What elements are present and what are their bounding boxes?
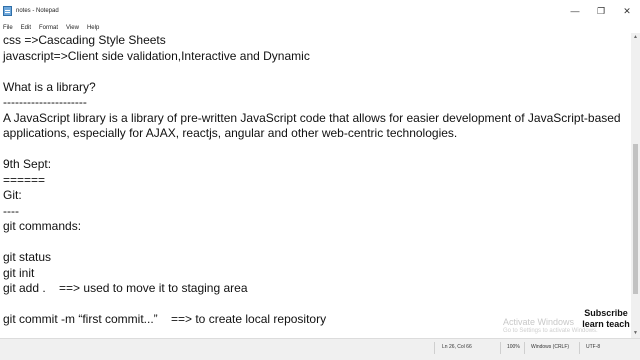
menu-bar: File Edit Format View Help bbox=[0, 22, 640, 33]
menu-format[interactable]: Format bbox=[35, 25, 62, 31]
status-divider bbox=[579, 342, 580, 354]
text-line: git init bbox=[3, 265, 35, 280]
status-divider bbox=[434, 342, 435, 354]
menu-view[interactable]: View bbox=[62, 25, 83, 31]
text-line: Git: bbox=[3, 188, 22, 202]
text-line: git add . ==> used to move it to staging… bbox=[3, 281, 248, 295]
text-line: javascript=>Client side validation,Inter… bbox=[3, 48, 310, 63]
zoom-level: 100% bbox=[507, 344, 520, 350]
scroll-down-icon[interactable]: ▼ bbox=[631, 329, 640, 338]
cursor-position: Ln 26, Col 66 bbox=[442, 344, 472, 350]
text-line bbox=[3, 142, 621, 158]
minimize-button[interactable]: — bbox=[562, 0, 588, 22]
overlay-line-2: learn teach bbox=[582, 319, 630, 329]
text-line bbox=[3, 235, 621, 251]
vertical-scrollbar[interactable]: ▲ ▼ bbox=[631, 33, 640, 338]
text-line: --------------------- bbox=[3, 95, 87, 109]
notepad-icon bbox=[3, 6, 12, 16]
encoding: UTF-8 bbox=[586, 344, 601, 350]
text-lines: css =>Cascading Style Sheets javascript=… bbox=[3, 33, 621, 328]
text-line: git commands: bbox=[3, 219, 82, 233]
title-bar: notes - Notepad — ❐ ✕ bbox=[0, 0, 640, 22]
text-line bbox=[3, 297, 621, 313]
text-line: git status bbox=[3, 250, 52, 264]
scroll-up-icon[interactable]: ▲ bbox=[631, 33, 640, 42]
status-divider bbox=[500, 342, 501, 354]
subscribe-overlay: Subscribe learn teach bbox=[578, 308, 634, 330]
text-line: css =>Cascading Style Sheets bbox=[3, 33, 166, 47]
maximize-button[interactable]: ❐ bbox=[588, 0, 614, 22]
overlay-line-1: Subscribe bbox=[584, 308, 628, 318]
line-ending: Windows (CRLF) bbox=[531, 344, 570, 350]
window-title: notes - Notepad bbox=[16, 8, 59, 14]
activate-windows-title: Activate Windows bbox=[503, 317, 575, 327]
status-bar: Ln 26, Col 66 100% Windows (CRLF) UTF-8 bbox=[0, 338, 640, 360]
text-line bbox=[3, 64, 621, 80]
scrollbar-thumb[interactable] bbox=[633, 144, 638, 294]
text-line: applications, especially for AJAX, react… bbox=[3, 126, 458, 140]
text-line: 9th Sept: bbox=[3, 157, 52, 171]
menu-file[interactable]: File bbox=[0, 25, 17, 31]
text-line: ====== bbox=[3, 172, 46, 187]
text-line: A JavaScript library is a library of pre… bbox=[3, 110, 621, 125]
close-button[interactable]: ✕ bbox=[614, 0, 640, 22]
text-line: What is a library? bbox=[3, 79, 96, 94]
text-line: ---- bbox=[3, 203, 19, 218]
menu-help[interactable]: Help bbox=[83, 25, 103, 31]
menu-edit[interactable]: Edit bbox=[17, 25, 35, 31]
text-editor[interactable]: css =>Cascading Style Sheets javascript=… bbox=[0, 33, 631, 338]
window-controls: — ❐ ✕ bbox=[562, 0, 640, 22]
status-divider bbox=[524, 342, 525, 354]
